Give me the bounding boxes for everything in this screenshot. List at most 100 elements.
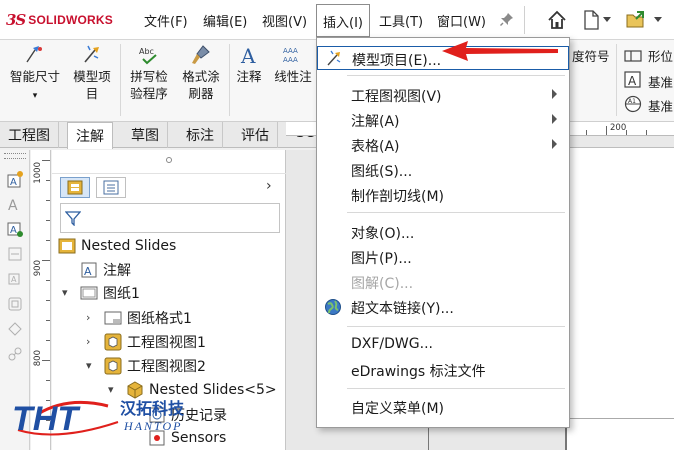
chevron-right-icon[interactable]: › — [266, 178, 272, 194]
svg-text:A1: A1 — [628, 98, 636, 105]
tree-root-drawing[interactable]: Nested Slides — [58, 235, 176, 257]
model-items-icon — [327, 50, 341, 66]
chevron-down-icon[interactable] — [603, 17, 611, 23]
tab-markup[interactable]: 标注 — [178, 122, 223, 148]
menu-customize[interactable]: 自定义菜单(M) — [317, 395, 569, 419]
menu-file[interactable]: 文件(F) — [144, 11, 188, 30]
model-items-button[interactable]: 模型项 目 — [68, 44, 116, 102]
menu-hyperlink[interactable]: 超文本链接(Y)... — [317, 295, 569, 319]
solidworks-logo: 3S SOLIDWORKS — [6, 10, 113, 30]
menu-tables[interactable]: 表格(A) — [317, 133, 569, 157]
menu-drawing-view[interactable]: 工程图视图(V) — [317, 83, 569, 107]
menu-annotations[interactable]: 注解(A) — [317, 108, 569, 132]
menu-object[interactable]: 对象(O)... — [317, 220, 569, 244]
property-manager-tab[interactable] — [96, 177, 126, 198]
tab-evaluate[interactable]: 评估 — [233, 122, 278, 148]
disabled-tool-icon[interactable] — [6, 320, 24, 338]
tree-node-drawing-view1[interactable]: 工程图视图1 — [104, 331, 206, 353]
degree-symbol-label[interactable]: 度符号 — [572, 46, 610, 65]
tree-node-annotations[interactable]: A 注解 — [80, 259, 131, 281]
spell-checker-button[interactable]: Abc 拼写检 验程序 — [124, 44, 174, 102]
drawing-doc-icon — [58, 238, 76, 254]
datum-feature-label[interactable]: 基准 — [648, 72, 673, 91]
menu-picture[interactable]: 图片(P)... — [317, 245, 569, 269]
note-link-icon[interactable]: A — [6, 220, 24, 238]
collapse-arrow-icon[interactable]: ▾ — [86, 359, 92, 372]
datum-target-label[interactable]: 基准 — [648, 96, 673, 115]
model-items-label-2: 目 — [85, 86, 99, 101]
drawing-view-icon — [104, 357, 122, 375]
datum-feature-icon: A — [624, 71, 641, 88]
tree-node-drawing-view2[interactable]: 工程图视图2 — [104, 355, 206, 377]
menu-sheet[interactable]: 图纸(S)... — [317, 158, 569, 182]
menu-item-label: 图解(C)... — [351, 276, 414, 292]
expand-arrow-icon[interactable]: › — [86, 311, 90, 324]
new-document-icon[interactable] — [580, 9, 602, 31]
menu-insert[interactable]: 插入(I) — [316, 4, 370, 37]
svg-text:A: A — [84, 265, 92, 278]
tab-sketch[interactable]: 草图 — [123, 122, 168, 148]
ribbon-separator — [616, 44, 617, 116]
annotations-folder-icon: A — [81, 262, 97, 278]
menubar-separator — [524, 6, 525, 34]
menu-edit[interactable]: 编辑(E) — [203, 11, 247, 30]
menu-bar: 3S SOLIDWORKS 文件(F) 编辑(E) 视图(V) 插入(I) 工具… — [0, 0, 674, 40]
smart-dimension-button[interactable]: 智能尺寸 ▾ — [4, 44, 66, 105]
chevron-down-icon[interactable] — [654, 17, 662, 23]
tree-node-sheet-format1[interactable]: 图纸格式1 — [104, 307, 192, 329]
tab-annotation[interactable]: 注解 — [67, 122, 113, 149]
open-folder-icon[interactable] — [625, 9, 647, 31]
tree-header — [52, 150, 286, 174]
geometric-tolerance-label[interactable]: 形位 — [648, 46, 673, 65]
expand-arrow-icon[interactable]: › — [86, 335, 90, 348]
auto-balloon-icon[interactable]: A — [6, 170, 24, 188]
insert-menu-dropdown: 模型项目(E)... 工程图视图(V) 注解(A) 表格(A) 图纸(S)...… — [316, 37, 570, 428]
menu-view[interactable]: 视图(V) — [262, 11, 307, 30]
drawing-sheet[interactable] — [426, 148, 674, 450]
menu-separator — [347, 75, 565, 76]
menu-dxf-dwg[interactable]: DXF/DWG... — [317, 333, 569, 357]
submenu-arrow-icon — [552, 139, 557, 149]
pin-icon[interactable] — [500, 12, 514, 26]
spell-checker-label-2: 验程序 — [130, 86, 168, 101]
menu-item-label: 图片(P)... — [351, 251, 412, 267]
sheet-format-icon — [104, 311, 122, 325]
disabled-tool-icon[interactable] — [6, 245, 24, 263]
submenu-arrow-icon — [552, 89, 557, 99]
linear-note-pattern-button[interactable]: AAA AAA 线性注 — [270, 44, 316, 85]
tab-drawing[interactable]: 工程图 — [0, 122, 59, 148]
menu-edrawings-markup[interactable]: eDrawings 标注文件 — [317, 358, 569, 382]
tree-node-label: 工程图视图2 — [127, 359, 206, 375]
svg-text:A: A — [10, 225, 17, 236]
watermark-cn: 汉拓科技 — [120, 399, 185, 418]
feature-manager-tab[interactable] — [60, 177, 90, 198]
menu-window[interactable]: 窗口(W) — [437, 11, 486, 30]
tree-node-label: Nested Slides — [81, 238, 177, 254]
watermark-en: HANTOP — [123, 419, 182, 433]
chevron-down-icon[interactable]: ▾ — [33, 91, 38, 101]
home-icon[interactable] — [546, 9, 568, 31]
svg-text:A: A — [10, 177, 17, 188]
menu-illustration: 图解(C)... — [317, 270, 569, 294]
solidworks-window: 3S SOLIDWORKS 文件(F) 编辑(E) 视图(V) 插入(I) 工具… — [0, 0, 674, 450]
format-painter-button[interactable]: 格式涂 刷器 — [176, 44, 226, 102]
menu-tools[interactable]: 工具(T) — [379, 11, 423, 30]
ds-logo-mark: 3S — [6, 11, 26, 29]
tree-filter-input[interactable] — [60, 203, 280, 233]
model-items-label-1: 模型项 — [73, 69, 111, 84]
callout-arrow-icon — [442, 41, 558, 61]
disabled-tool-icon[interactable]: A — [6, 270, 24, 288]
tree-node-sheet1[interactable]: 图纸1 — [80, 282, 140, 304]
annotation-disabled-icon[interactable]: A — [6, 195, 24, 213]
ribbon-separator — [120, 44, 121, 116]
smart-dimension-icon — [26, 46, 42, 63]
collapse-arrow-icon[interactable]: ▾ — [62, 286, 68, 299]
disabled-tool-icon[interactable] — [6, 295, 24, 313]
disabled-tool-icon[interactable] — [6, 345, 24, 363]
ruler-label: 200 — [610, 123, 627, 133]
smart-dimension-label: 智能尺寸 — [9, 69, 60, 84]
note-button[interactable]: A 注释 — [231, 44, 267, 85]
menu-separator — [347, 388, 565, 389]
ruler-label: 900 — [33, 260, 43, 277]
menu-section-line[interactable]: 制作剖切线(M) — [317, 183, 569, 207]
